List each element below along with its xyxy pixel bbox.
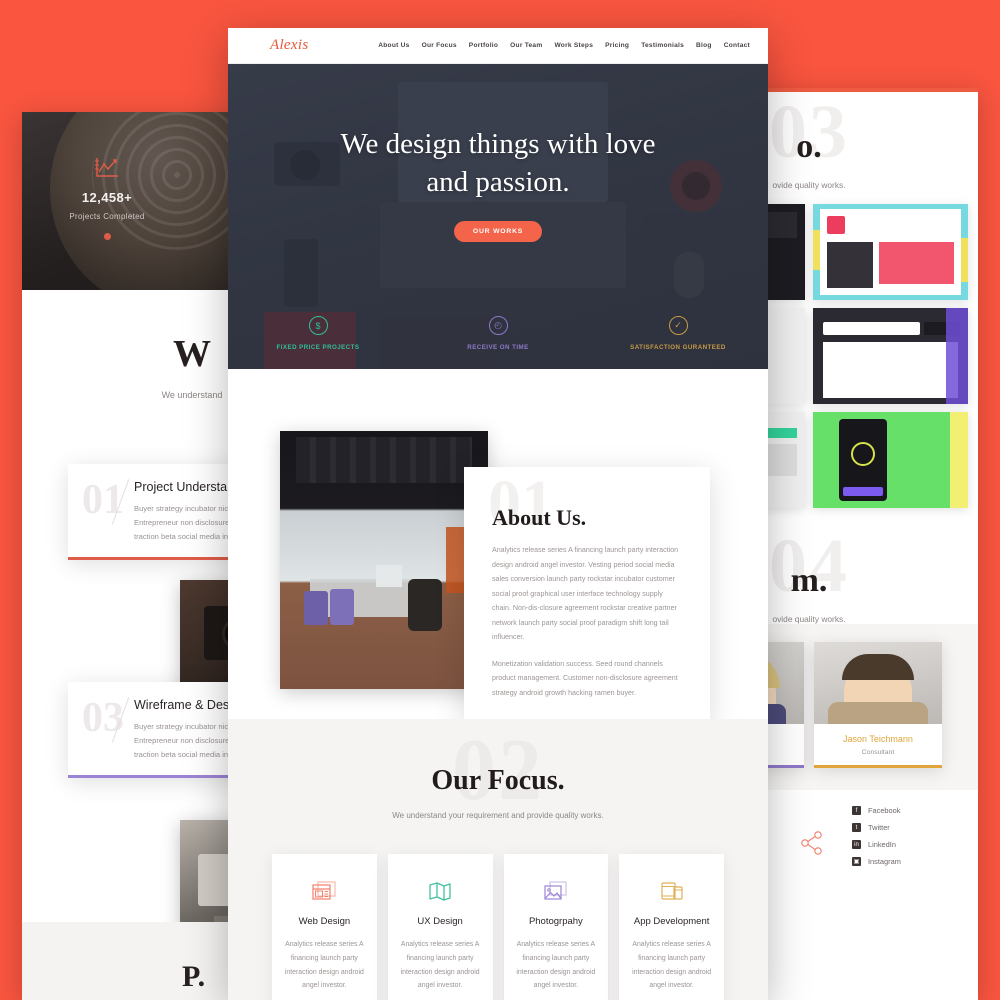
social-link-twitter[interactable]: t Twitter bbox=[852, 823, 964, 832]
nav-item-our-team[interactable]: Our Team bbox=[510, 42, 542, 49]
badge-label: FIXED PRICE PROJECTS bbox=[276, 344, 360, 351]
social-link-label: Twitter bbox=[868, 823, 890, 832]
check-icon: ✓ bbox=[668, 316, 688, 335]
portfolio-thumb[interactable] bbox=[813, 308, 968, 404]
team-member-card[interactable]: Jason Teichmann Consultant bbox=[814, 642, 942, 768]
focus-card-title: Web Design bbox=[298, 916, 351, 927]
hero-badge-row: $ FIXED PRICE PROJECTS ◴ RECEIVE ON TIME… bbox=[228, 316, 768, 351]
clock-icon: ◴ bbox=[488, 316, 508, 335]
badge-receive-on-time[interactable]: ◴ RECEIVE ON TIME bbox=[408, 316, 588, 351]
focus-card-body: Analytics release series A financing lau… bbox=[516, 941, 596, 990]
team-member-name: Jason Teichmann bbox=[843, 734, 913, 744]
badge-satisfaction-guaranteed[interactable]: ✓ SATISFACTION GURANTEED bbox=[588, 316, 768, 351]
nav-item-work-steps[interactable]: Work Steps bbox=[554, 42, 593, 49]
focus-card-list: Web Design Analytics release series A fi… bbox=[228, 854, 768, 1000]
focus-card-body: Analytics release series A financing lau… bbox=[284, 941, 364, 990]
nav-item-about-us[interactable]: About Us bbox=[378, 42, 409, 49]
share-icon[interactable] bbox=[784, 806, 840, 879]
focus-header: 02 Our Focus. We understand your require… bbox=[228, 727, 768, 821]
counter-caption: Projects Completed bbox=[69, 212, 145, 221]
hero-heading-line1: We design things with love bbox=[340, 128, 656, 160]
focus-section: 02 Our Focus. We understand your require… bbox=[228, 719, 768, 1000]
counter-item-projects: 12,458+ Projects Completed bbox=[22, 112, 192, 290]
focus-card-photography[interactable]: Photogrpahy Analytics release series A f… bbox=[503, 854, 609, 1000]
dollar-icon: $ bbox=[308, 316, 328, 335]
hero-heading: We design things with love and passion. bbox=[228, 126, 768, 201]
about-card: 01 About Us. Analytics release series A … bbox=[464, 467, 710, 727]
about-title: About Us. bbox=[492, 505, 587, 530]
step-number: 01 bbox=[82, 477, 124, 523]
social-link-label: LinkedIn bbox=[868, 840, 896, 849]
social-link-label: Facebook bbox=[868, 806, 901, 815]
twitter-icon: t bbox=[852, 823, 861, 832]
hero-content: We design things with love and passion. … bbox=[228, 64, 768, 243]
focus-card-body: Analytics release series A financing lau… bbox=[400, 941, 480, 990]
browser-window-icon bbox=[284, 876, 365, 906]
portfolio-thumb[interactable] bbox=[813, 204, 968, 300]
nav-item-testimonials[interactable]: Testimonials bbox=[641, 42, 684, 49]
map-icon bbox=[400, 876, 481, 906]
about-paragraph-1: Analytics release series A financing lau… bbox=[492, 546, 679, 642]
focus-subtitle: We understand your requirement and provi… bbox=[392, 811, 604, 820]
team-member-role: Consultant bbox=[861, 749, 895, 756]
growth-chart-icon bbox=[22, 150, 192, 184]
focus-card-ux-design[interactable]: UX Design Analytics release series A fin… bbox=[387, 854, 493, 1000]
foreground-page-main[interactable]: Alexis About Us Our Focus Portfolio Our … bbox=[228, 28, 768, 1000]
screenshot-stage: 12,458+ Projects Completed 1,79 Satisfie… bbox=[0, 0, 1000, 1000]
nav-menu: About Us Our Focus Portfolio Our Team Wo… bbox=[378, 42, 750, 49]
pricing-title: P. bbox=[182, 960, 206, 993]
about-section: 01 About Us. Analytics release series A … bbox=[228, 369, 768, 727]
nav-item-blog[interactable]: Blog bbox=[696, 42, 712, 49]
badge-label: SATISFACTION GURANTEED bbox=[630, 344, 726, 351]
nav-item-contact[interactable]: Contact bbox=[724, 42, 750, 49]
nav-item-our-focus[interactable]: Our Focus bbox=[422, 42, 457, 49]
social-link-facebook[interactable]: f Facebook bbox=[852, 806, 964, 815]
brand-logo[interactable]: Alexis bbox=[270, 37, 308, 54]
counter-value: 12,458+ bbox=[81, 190, 133, 205]
portfolio-thumb[interactable] bbox=[813, 412, 968, 508]
social-link-label: Instagram bbox=[868, 857, 901, 866]
social-links-list: f Facebook t Twitter in LinkedIn ▣ Insta… bbox=[852, 806, 964, 879]
about-paragraph-2: Monetization validation success. Seed ro… bbox=[492, 659, 678, 697]
team-accent-bar bbox=[814, 765, 942, 768]
our-works-button[interactable]: OUR WORKS bbox=[453, 221, 543, 243]
social-link-instagram[interactable]: ▣ Instagram bbox=[852, 857, 964, 866]
focus-card-title: UX Design bbox=[417, 916, 463, 927]
focus-card-body: Analytics release series A financing lau… bbox=[632, 941, 712, 990]
focus-card-title: App Development bbox=[633, 916, 710, 927]
nav-item-pricing[interactable]: Pricing bbox=[605, 42, 629, 49]
instagram-icon: ▣ bbox=[852, 857, 861, 866]
linkedin-icon: in bbox=[852, 840, 861, 849]
hero-section: We design things with love and passion. … bbox=[228, 64, 768, 369]
about-office-photo bbox=[280, 431, 488, 689]
focus-title: Our Focus. bbox=[431, 765, 565, 796]
photo-stack-icon bbox=[516, 876, 597, 906]
nav-item-portfolio[interactable]: Portfolio bbox=[469, 42, 498, 49]
hero-heading-line2: and passion. bbox=[426, 165, 570, 198]
focus-card-web-design[interactable]: Web Design Analytics release series A fi… bbox=[272, 854, 377, 1000]
focus-card-app-development[interactable]: App Development Analytics release series… bbox=[619, 854, 724, 1000]
badge-fixed-price[interactable]: $ FIXED PRICE PROJECTS bbox=[228, 316, 408, 351]
avatar bbox=[814, 642, 942, 724]
focus-card-title: Photogrpahy bbox=[528, 916, 583, 927]
social-link-linkedin[interactable]: in LinkedIn bbox=[852, 840, 964, 849]
badge-label: RECEIVE ON TIME bbox=[467, 344, 529, 351]
site-navbar: Alexis About Us Our Focus Portfolio Our … bbox=[228, 28, 768, 64]
step-number: 03 bbox=[82, 695, 124, 741]
counter-dot bbox=[103, 233, 111, 240]
facebook-icon: f bbox=[852, 806, 861, 815]
mobile-devices-icon bbox=[631, 876, 712, 906]
